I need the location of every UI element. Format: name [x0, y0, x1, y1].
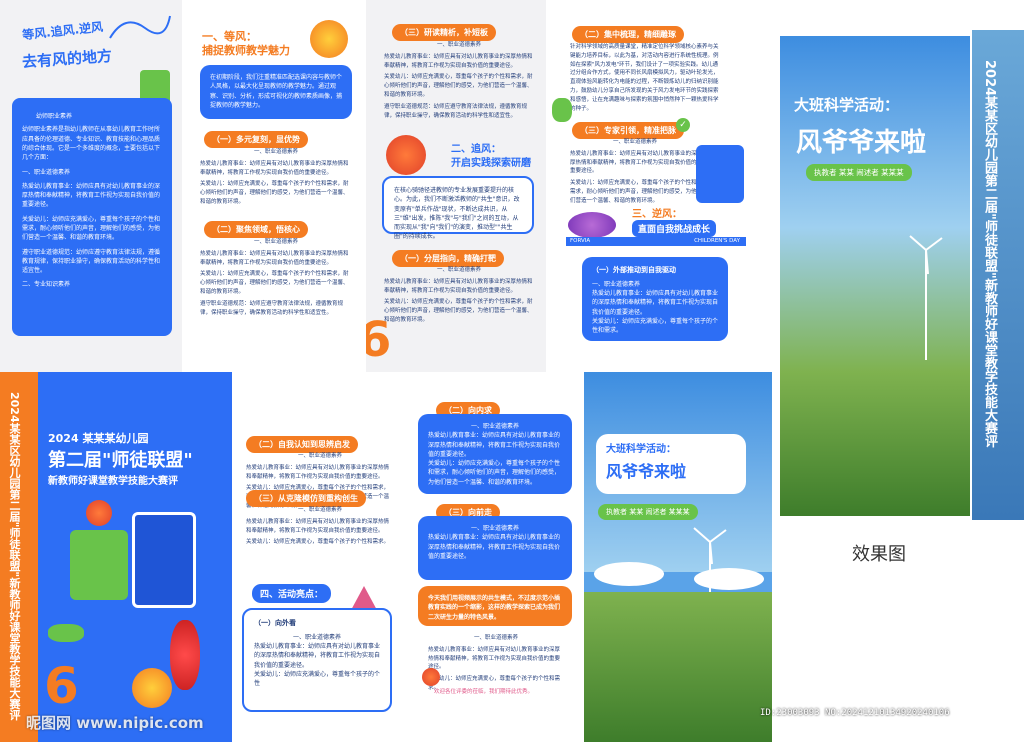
- mountain-landscape: [584, 592, 772, 742]
- title-line-2: 风爷爷来啦: [606, 461, 687, 481]
- forward-text-a: 一、职业道德素养: [470, 525, 519, 532]
- self-drive-text-c: 关爱幼儿：幼师应充满爱心，尊重每个孩子的个性和需求。: [592, 318, 719, 335]
- mockup-title-2: 风爷爷来啦: [796, 128, 927, 158]
- card-text-1: 热爱幼儿教育事业：幼师应具有对幼儿教育事业的深厚热情和奉献精神，将教育工作视为实…: [22, 182, 161, 209]
- panel-inward: （二）向内求 一、职业道德素养 热爱幼儿教育事业：幼师应具有对幼儿教育事业的深厚…: [404, 372, 584, 742]
- self-drive-text-b: 热爱幼儿教育事业：幼师应具有对幼儿教育事业的深厚热情和奉献精神，将教育工作视为实…: [592, 290, 719, 316]
- mockup-spine: 2024某某区幼儿园第二届"师徒联盟"新教师好课堂教学技能大赛评: [972, 30, 1024, 520]
- number-six-decoration: 6: [366, 312, 392, 368]
- panel-intro: 等风.追风.逆风 去有风的地方 幼师职业素养 幼师职业素养是指幼儿教师在从事幼儿…: [0, 0, 182, 372]
- inward-text-b: 热爱幼儿教育事业：幼师应具有对幼儿教育事业的深厚热情和奉献精神，将教育工作视为实…: [428, 432, 561, 458]
- inward-text-a: 一、职业道德素养: [470, 423, 519, 430]
- self-drive-title: （一）外部推动到自我驱动: [592, 266, 676, 274]
- p6-text-2: 一、职业道德素养 热爱幼儿教育事业：幼师应具有对幼儿教育事业的深厚热情和奉献精神…: [246, 507, 390, 546]
- mockup-folded-brochure: 大班科学活动： 风爷爷来啦 执教者 某某 闹述者 某某某 2024某某区幼儿园第…: [776, 30, 1024, 530]
- p4-text-2: 一、职业道德素养 热爱幼儿教育事业：幼师应具有对幼儿教育事业的深厚热情和奉献精神…: [570, 139, 697, 204]
- outward-text-a: 一、职业道德素养: [292, 633, 341, 641]
- watermark-site: 昵图网 www.nipic.com: [26, 714, 204, 732]
- number-six-decoration: 6: [44, 657, 79, 715]
- slogan: 等风.追风.逆风: [21, 19, 104, 43]
- inward-text-c: 关爱幼儿：幼师应充满爱心，尊重每个孩子的个性和需求，耐心倾听他们的声音，理解他们…: [428, 460, 561, 486]
- purple-fuzzy-decoration: [568, 212, 616, 238]
- green-block-decoration: [70, 530, 128, 600]
- tag-clone-create: （三）从克隆模仿到重构创生: [246, 490, 366, 507]
- tag-diverse-replica: （一）多元复刻，显优势: [204, 131, 308, 148]
- card-section-2: 二、专业知识素养: [22, 281, 71, 289]
- closing-note: 欢迎各位评委的莅临，我们期待此优秀。: [434, 689, 534, 695]
- heading-wait-sub: 捕捉教师教学魅力: [202, 44, 290, 57]
- inward-box: 一、职业道德素养 热爱幼儿教育事业：幼师应具有对幼儿教育事业的深厚热情和奉献精神…: [418, 414, 572, 494]
- watermark-id: ID:23003093 NO:20241210134920240106: [760, 708, 950, 718]
- self-drive-text-a: 一、职业道德素养: [592, 280, 641, 288]
- red-fuzzy-decoration: [386, 135, 426, 175]
- heading-chase-sub: 开启实践探索研磨: [451, 158, 531, 169]
- p2-text-2: 一、职业道德素养 热爱幼儿教育事业：幼师应具有对幼儿教育事业的深厚热情和奉献精神…: [200, 239, 349, 316]
- orange-star-decoration: [132, 668, 172, 708]
- title-card: 大班科学活动： 风爷爷来啦: [596, 434, 746, 494]
- section-bar: FORVIA CHILDREN'S DAY: [566, 237, 746, 246]
- cover-vertical-title: 2024某某区幼儿园第二届"师徒联盟"新教师好课堂教学技能大赛评: [8, 392, 21, 721]
- tag-expert: （三）专家引领，精准把脉: [572, 122, 684, 139]
- cover-line-1: 2024 某某某幼儿园: [48, 432, 149, 445]
- credits: 执教者 某某 闹述者 某某某: [598, 504, 698, 520]
- card-text-3: 遵守职业道德规范：幼师应遵守教育法律法规，遵循教育规律，保持职业操守，确保教育活…: [22, 248, 161, 275]
- wait-intro-box: 在初期阶段，我们注重精准匹配选课内容与教师个人风格，以最大化呈现教师的教学魅力。…: [200, 65, 352, 119]
- panel-cover: 2024某某区幼儿园第二届"师徒联盟"新教师好课堂教学技能大赛评 2024 某某…: [0, 372, 232, 742]
- heading-against-sub: 直面自我挑战成长: [632, 220, 717, 237]
- card-section-1: 一、职业道德素养: [22, 169, 71, 177]
- panel-reflect: （二）自我认知到思辨启发 一、职业道德素养 热爱幼儿教育事业：幼师应具有对幼儿教…: [232, 372, 404, 742]
- orange-fuzzy-decoration: [422, 668, 440, 686]
- tag-self-aware: （二）自我认知到思辨启发: [246, 436, 358, 453]
- outward-box: （一）向外看 一、职业道德素养 热爱幼儿教育事业：幼师应具有对幼儿教育事业的深厚…: [242, 608, 392, 712]
- green-fuzzy-decoration: [552, 98, 572, 122]
- red-fuzzy-decoration: [86, 500, 112, 526]
- slogan-2: 去有风的地方: [21, 46, 113, 72]
- tag-focus-domain: （二）聚焦领域，悟核心: [204, 221, 308, 238]
- bar-right-text: CHILDREN'S DAY: [694, 238, 740, 244]
- orange-star-decoration: [310, 20, 348, 58]
- tag-highlights: 四、活动亮点：: [252, 584, 332, 603]
- cover-line-2: 第二届"师徒联盟": [48, 450, 193, 471]
- mockup-credits: 执教者 某某 闹述者 某某某: [806, 164, 912, 181]
- panel-wait-wind: 一、等风： 捕捉教师教学魅力 在初期阶段，我们注重精准匹配选课内容与教师个人风格…: [182, 0, 366, 372]
- p3-text-2: 一、职业道德素养 热爱幼儿教育事业：幼师应具有对幼儿教育事业的深厚热情和奉献精神…: [384, 267, 533, 323]
- p3-text-1: 一、职业道德素养 热爱幼儿教育事业：幼师应具有对幼儿教育事业的深厚热情和奉献精神…: [384, 42, 533, 119]
- heading-against: 三、逆风：: [632, 209, 682, 220]
- mockup-spine-text: 2024某某区幼儿园第二届"师徒联盟"新教师好课堂教学技能大赛评: [982, 60, 997, 448]
- red-oval-decoration: [170, 620, 200, 690]
- scribble-decoration: [109, 15, 171, 39]
- p2-text-1: 一、职业道德素养 热爱幼儿教育事业：幼师应具有对幼儿教育事业的深厚热情和奉献精神…: [200, 149, 349, 205]
- cover-line-3: 新教师好课堂教学技能大赛评: [48, 476, 178, 487]
- green-fuzzy-decoration: [48, 624, 84, 642]
- outward-title: （一）向外看: [254, 619, 296, 627]
- tag-sort: （二）集中梳理，精细雕琢: [572, 26, 684, 43]
- blue-letter-decoration: [132, 512, 196, 608]
- video-note-box: 今天我们用视频展示的共生模式，不过度示范小插教育实践的一个缩影，这样的教学探索已…: [418, 586, 572, 626]
- forward-box: 一、职业道德素养 热爱幼儿教育事业：幼师应具有对幼儿教育事业的深厚热情和奉献精神…: [418, 516, 572, 580]
- blue-shape-decoration: [696, 145, 744, 203]
- check-badge-icon: ✓: [676, 118, 690, 132]
- mockup-caption: 效果图: [852, 544, 906, 565]
- forward-text-b: 热爱幼儿教育事业：幼师应具有对幼儿教育事业的深厚热情和奉献精神，将教育工作视为实…: [428, 534, 561, 560]
- panel-chase-wind: （三）研读精析，补短板 一、职业道德素养 热爱幼儿教育事业：幼师应具有对幼儿教育…: [366, 0, 546, 372]
- card-title: 幼师职业素养: [36, 113, 73, 120]
- card-text-2: 关爱幼儿：幼师应充满爱心，尊重每个孩子的个性和需求，耐心倾听他们的声音，理解他们…: [22, 215, 161, 242]
- heading-chase: 二、追风：: [451, 144, 501, 155]
- self-drive-box: （一）外部推动到自我驱动 一、职业道德素养 热爱幼儿教育事业：幼师应具有对幼儿教…: [582, 257, 728, 341]
- tag-study: （三）研读精析，补短板: [392, 24, 496, 41]
- wind-turbine-icon: [909, 235, 943, 360]
- outward-text-c: 关爱幼儿：幼师应充满爱心，尊重每个孩子的个性: [254, 671, 381, 688]
- outward-text-b: 热爱幼儿教育事业：幼师应具有对幼儿教育事业的深厚热情和奉献精神，将教育工作视为实…: [254, 643, 381, 669]
- tag-layered: （一）分层指向，精确打靶: [392, 250, 504, 267]
- panel-back-cover: 大班科学活动： 风爷爷来啦 执教者 某某 闹述者 某某某: [584, 372, 772, 742]
- intro-card: 幼师职业素养 幼师职业素养是指幼儿教师在从事幼儿教育工作时所应具备的伦理道德、专…: [12, 98, 172, 336]
- bar-left-text: FORVIA: [570, 238, 591, 244]
- chase-intro-box: 在核心骑驰径进教师的专业发展重要提升的核心。为此，我们不断激活教师的"共生"意识…: [382, 176, 534, 240]
- p4-text-1: 针对科学领域的高质量课堂，精准定位科学领域核心素养与关键能力培养目标，以此为基，…: [570, 44, 719, 112]
- cloud-decoration: [594, 562, 664, 586]
- card-body: 幼师职业素养是指幼儿教师在从事幼儿教育工作时所应具备的伦理道德、专业知识、教育技…: [22, 126, 161, 162]
- title-line-1: 大班科学活动：: [606, 444, 676, 455]
- panel-against-wind: （二）集中梳理，精细雕琢 针对科学领域的高质量课堂，精准定位科学领域核心素养与关…: [546, 0, 752, 372]
- mockup-title-1: 大班科学活动：: [794, 96, 900, 114]
